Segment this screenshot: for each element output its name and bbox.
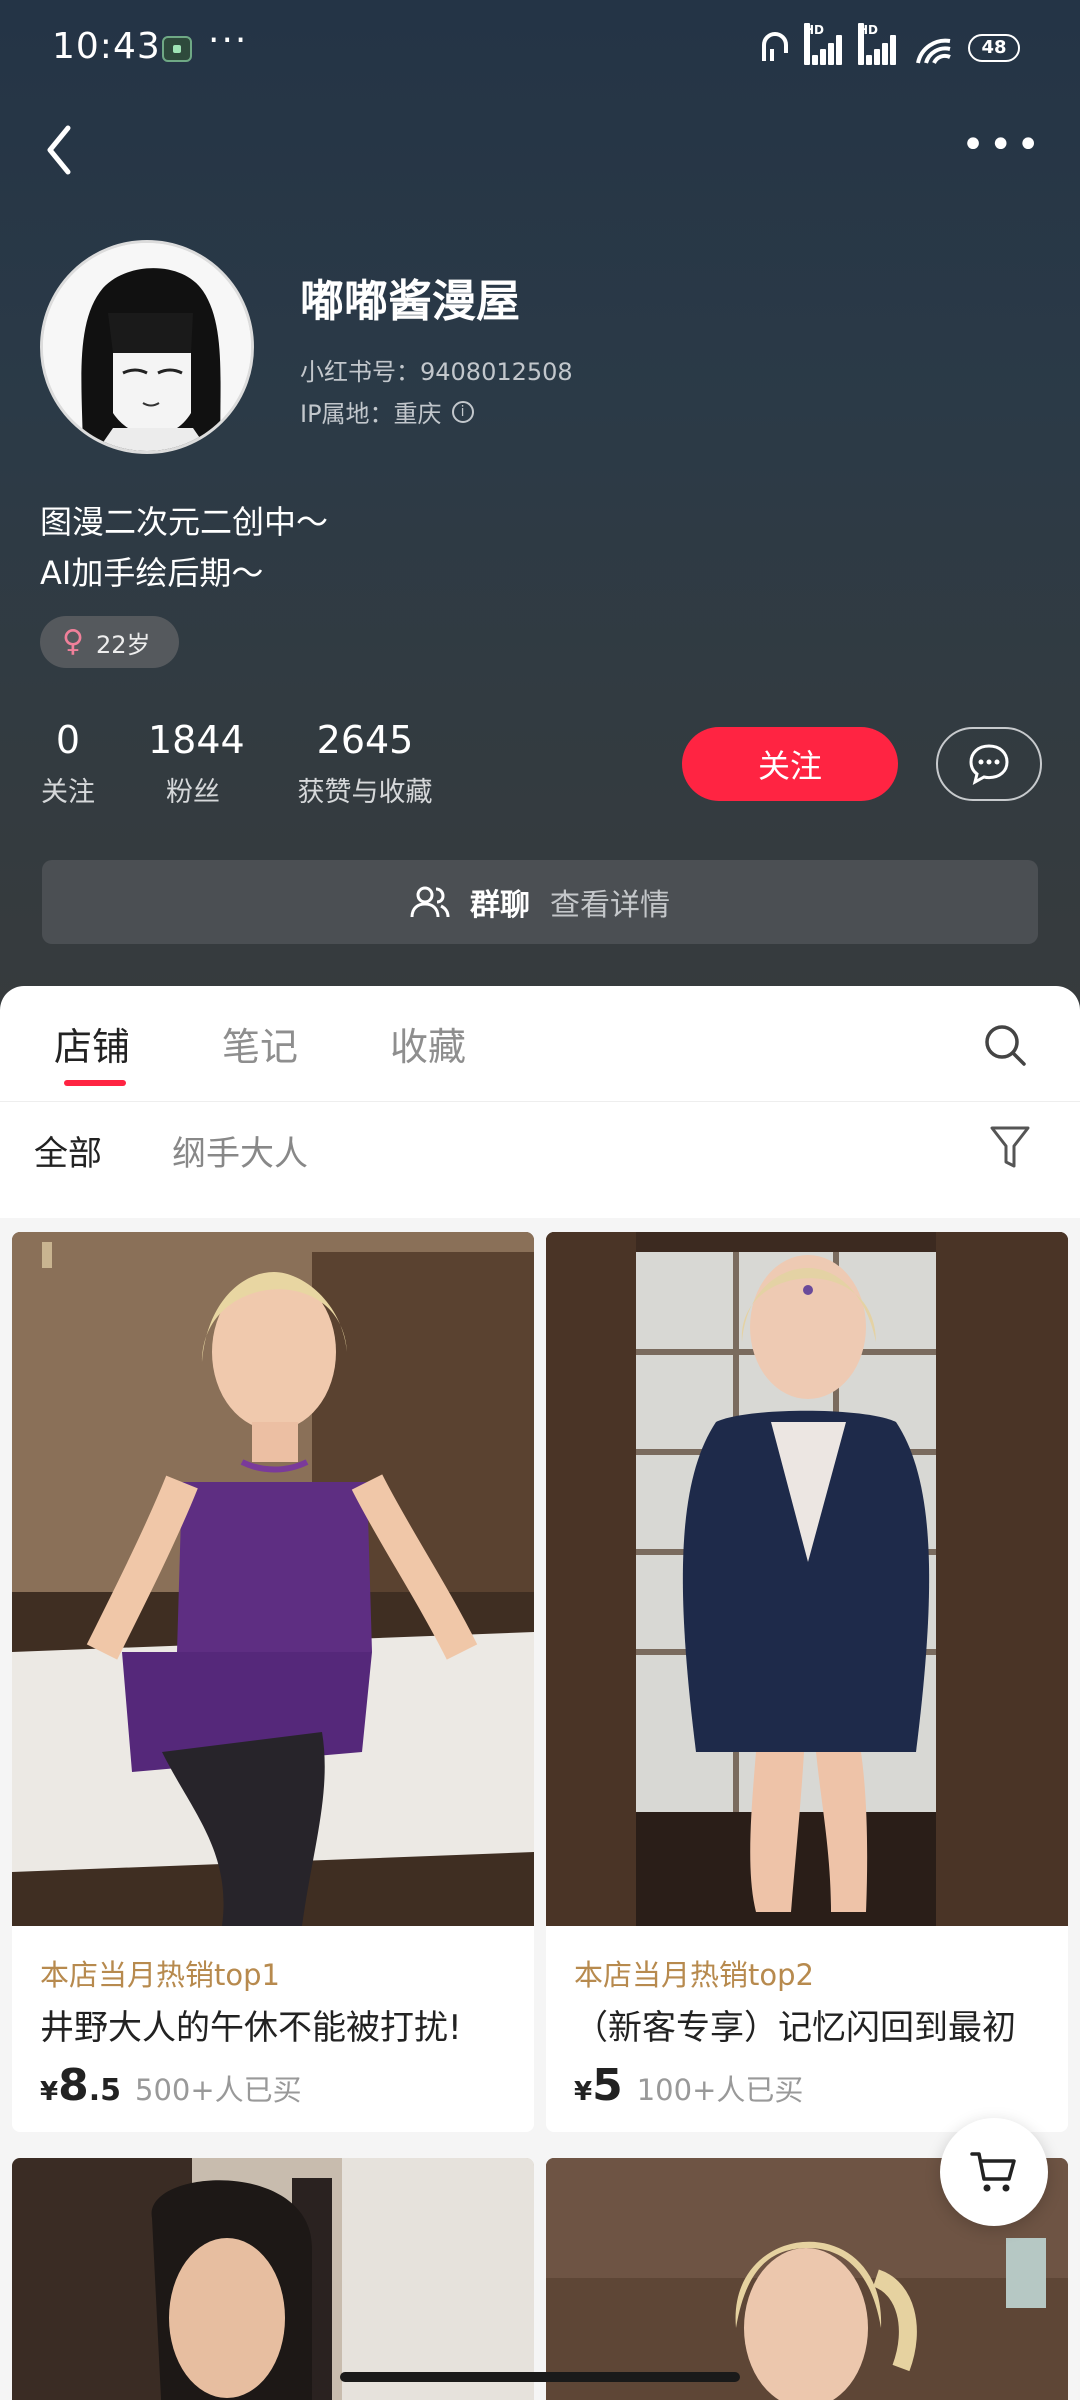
product-image <box>12 2158 534 2400</box>
profile-name: 嘟嘟酱漫屋 <box>300 276 520 327</box>
signal-icon: HD <box>804 23 846 65</box>
back-arrow-icon[interactable] <box>40 120 80 180</box>
group-chat-detail: 查看详情 <box>550 888 670 923</box>
stat-likes-label: 获赞与收藏 <box>297 777 433 808</box>
tab-notes[interactable]: 笔记 <box>222 1016 298 1071</box>
bio-line-2: AI加手绘后期～ <box>40 554 264 592</box>
product-card[interactable]: 本店当月热销top2 （新客专享）记忆闪回到最初 ¥5 100+人已买 <box>546 1232 1068 2132</box>
bio-line-1: 图漫二次元二创中～ <box>40 503 329 541</box>
stat-following-num: 0 <box>55 718 81 762</box>
tab-bar: 店铺 笔记 收藏 <box>0 986 1080 1102</box>
battery-icon: 48 <box>968 34 1020 62</box>
profile-ip-label: IP属地：重庆 <box>300 400 442 428</box>
info-icon[interactable]: i <box>451 400 474 423</box>
sold-count: 500+人已买 <box>135 2073 302 2107</box>
filter-tsunade[interactable]: 纲手大人 <box>172 1126 308 1175</box>
app-notification-icon <box>162 36 192 62</box>
price-integer: 5 <box>592 2060 623 2111</box>
product-price: ¥8.5 <box>40 2060 121 2111</box>
message-button[interactable] <box>936 727 1042 801</box>
product-title: 井野大人的午休不能被打扰! <box>40 2008 462 2048</box>
follow-button[interactable]: 关注 <box>682 727 898 801</box>
price-integer: 8 <box>58 2060 89 2111</box>
stat-fans-label: 粉丝 <box>166 777 220 808</box>
avatar[interactable] <box>40 240 254 454</box>
hot-sale-label: 本店当月热销top1 <box>40 1958 280 1992</box>
tab-favorites[interactable]: 收藏 <box>390 1016 466 1071</box>
status-time: 10:43 <box>52 26 161 67</box>
filter-all[interactable]: 全部 <box>34 1126 102 1175</box>
content-panel: 店铺 笔记 收藏 全部 纲手大人 本店当月热销top1 井野大人的午休不能被打扰… <box>0 986 1080 2400</box>
shopping-cart-button[interactable] <box>940 2118 1048 2226</box>
hot-sale-label: 本店当月热销top2 <box>574 1958 814 1992</box>
product-image <box>12 1232 534 1926</box>
profile-ip: IP属地：重庆 i <box>300 394 474 429</box>
stat-fans[interactable]: 1844 粉丝 <box>148 718 245 809</box>
cart-icon <box>970 2152 1016 2192</box>
home-indicator[interactable] <box>340 2372 740 2382</box>
tab-shop[interactable]: 店铺 <box>54 1016 130 1071</box>
stat-following[interactable]: 0 关注 <box>40 718 96 809</box>
status-bar: 10:43 ··· HD HD 48 <box>0 0 1080 100</box>
status-indicators: HD HD 48 <box>758 23 1020 68</box>
product-card[interactable] <box>12 2158 534 2400</box>
filter-icon[interactable] <box>988 1122 1032 1172</box>
stat-likes-num: 2645 <box>316 718 414 762</box>
chat-bubble-icon <box>969 744 1009 785</box>
signal-icon-2: HD <box>858 23 900 65</box>
profile-id: 小红书号：9408012508 <box>300 358 573 386</box>
price-symbol: ¥ <box>574 2077 593 2107</box>
group-chat-label: 群聊 <box>470 888 530 923</box>
search-icon[interactable] <box>982 1022 1028 1068</box>
product-card[interactable]: 本店当月热销top1 井野大人的午休不能被打扰! ¥8.5 500+人已买 <box>12 1232 534 2132</box>
filter-bar: 全部 纲手大人 <box>0 1102 1080 1218</box>
more-options-icon[interactable]: ••• <box>961 125 1044 165</box>
gender-age-badge: ♀ 22岁 <box>40 616 179 668</box>
stat-following-label: 关注 <box>41 777 95 808</box>
wifi-icon <box>916 38 951 65</box>
more-notifications-icon: ··· <box>208 20 249 61</box>
profile-header: 10:43 ··· HD HD 48 ••• 嘟嘟酱漫屋 小红书号：940801… <box>0 0 1080 1010</box>
group-icon <box>410 886 450 918</box>
product-price: ¥5 <box>574 2060 623 2111</box>
active-tab-indicator <box>64 1080 126 1086</box>
product-image <box>546 1232 1068 1926</box>
female-icon: ♀ <box>62 624 84 659</box>
group-chat-bar[interactable]: 群聊 查看详情 <box>42 860 1038 944</box>
age-label: 22岁 <box>95 630 151 659</box>
stat-likes[interactable]: 2645 获赞与收藏 <box>290 718 440 809</box>
price-row: ¥8.5 500+人已买 <box>40 2060 302 2111</box>
price-symbol: ¥ <box>40 2077 59 2107</box>
price-row: ¥5 100+人已买 <box>574 2060 803 2111</box>
product-title: （新客专享）记忆闪回到最初 <box>574 2008 1016 2048</box>
sold-count: 100+人已买 <box>636 2073 804 2107</box>
price-decimal: .5 <box>88 2073 121 2108</box>
stat-fans-num: 1844 <box>148 718 245 762</box>
nfc-icon <box>762 32 788 61</box>
